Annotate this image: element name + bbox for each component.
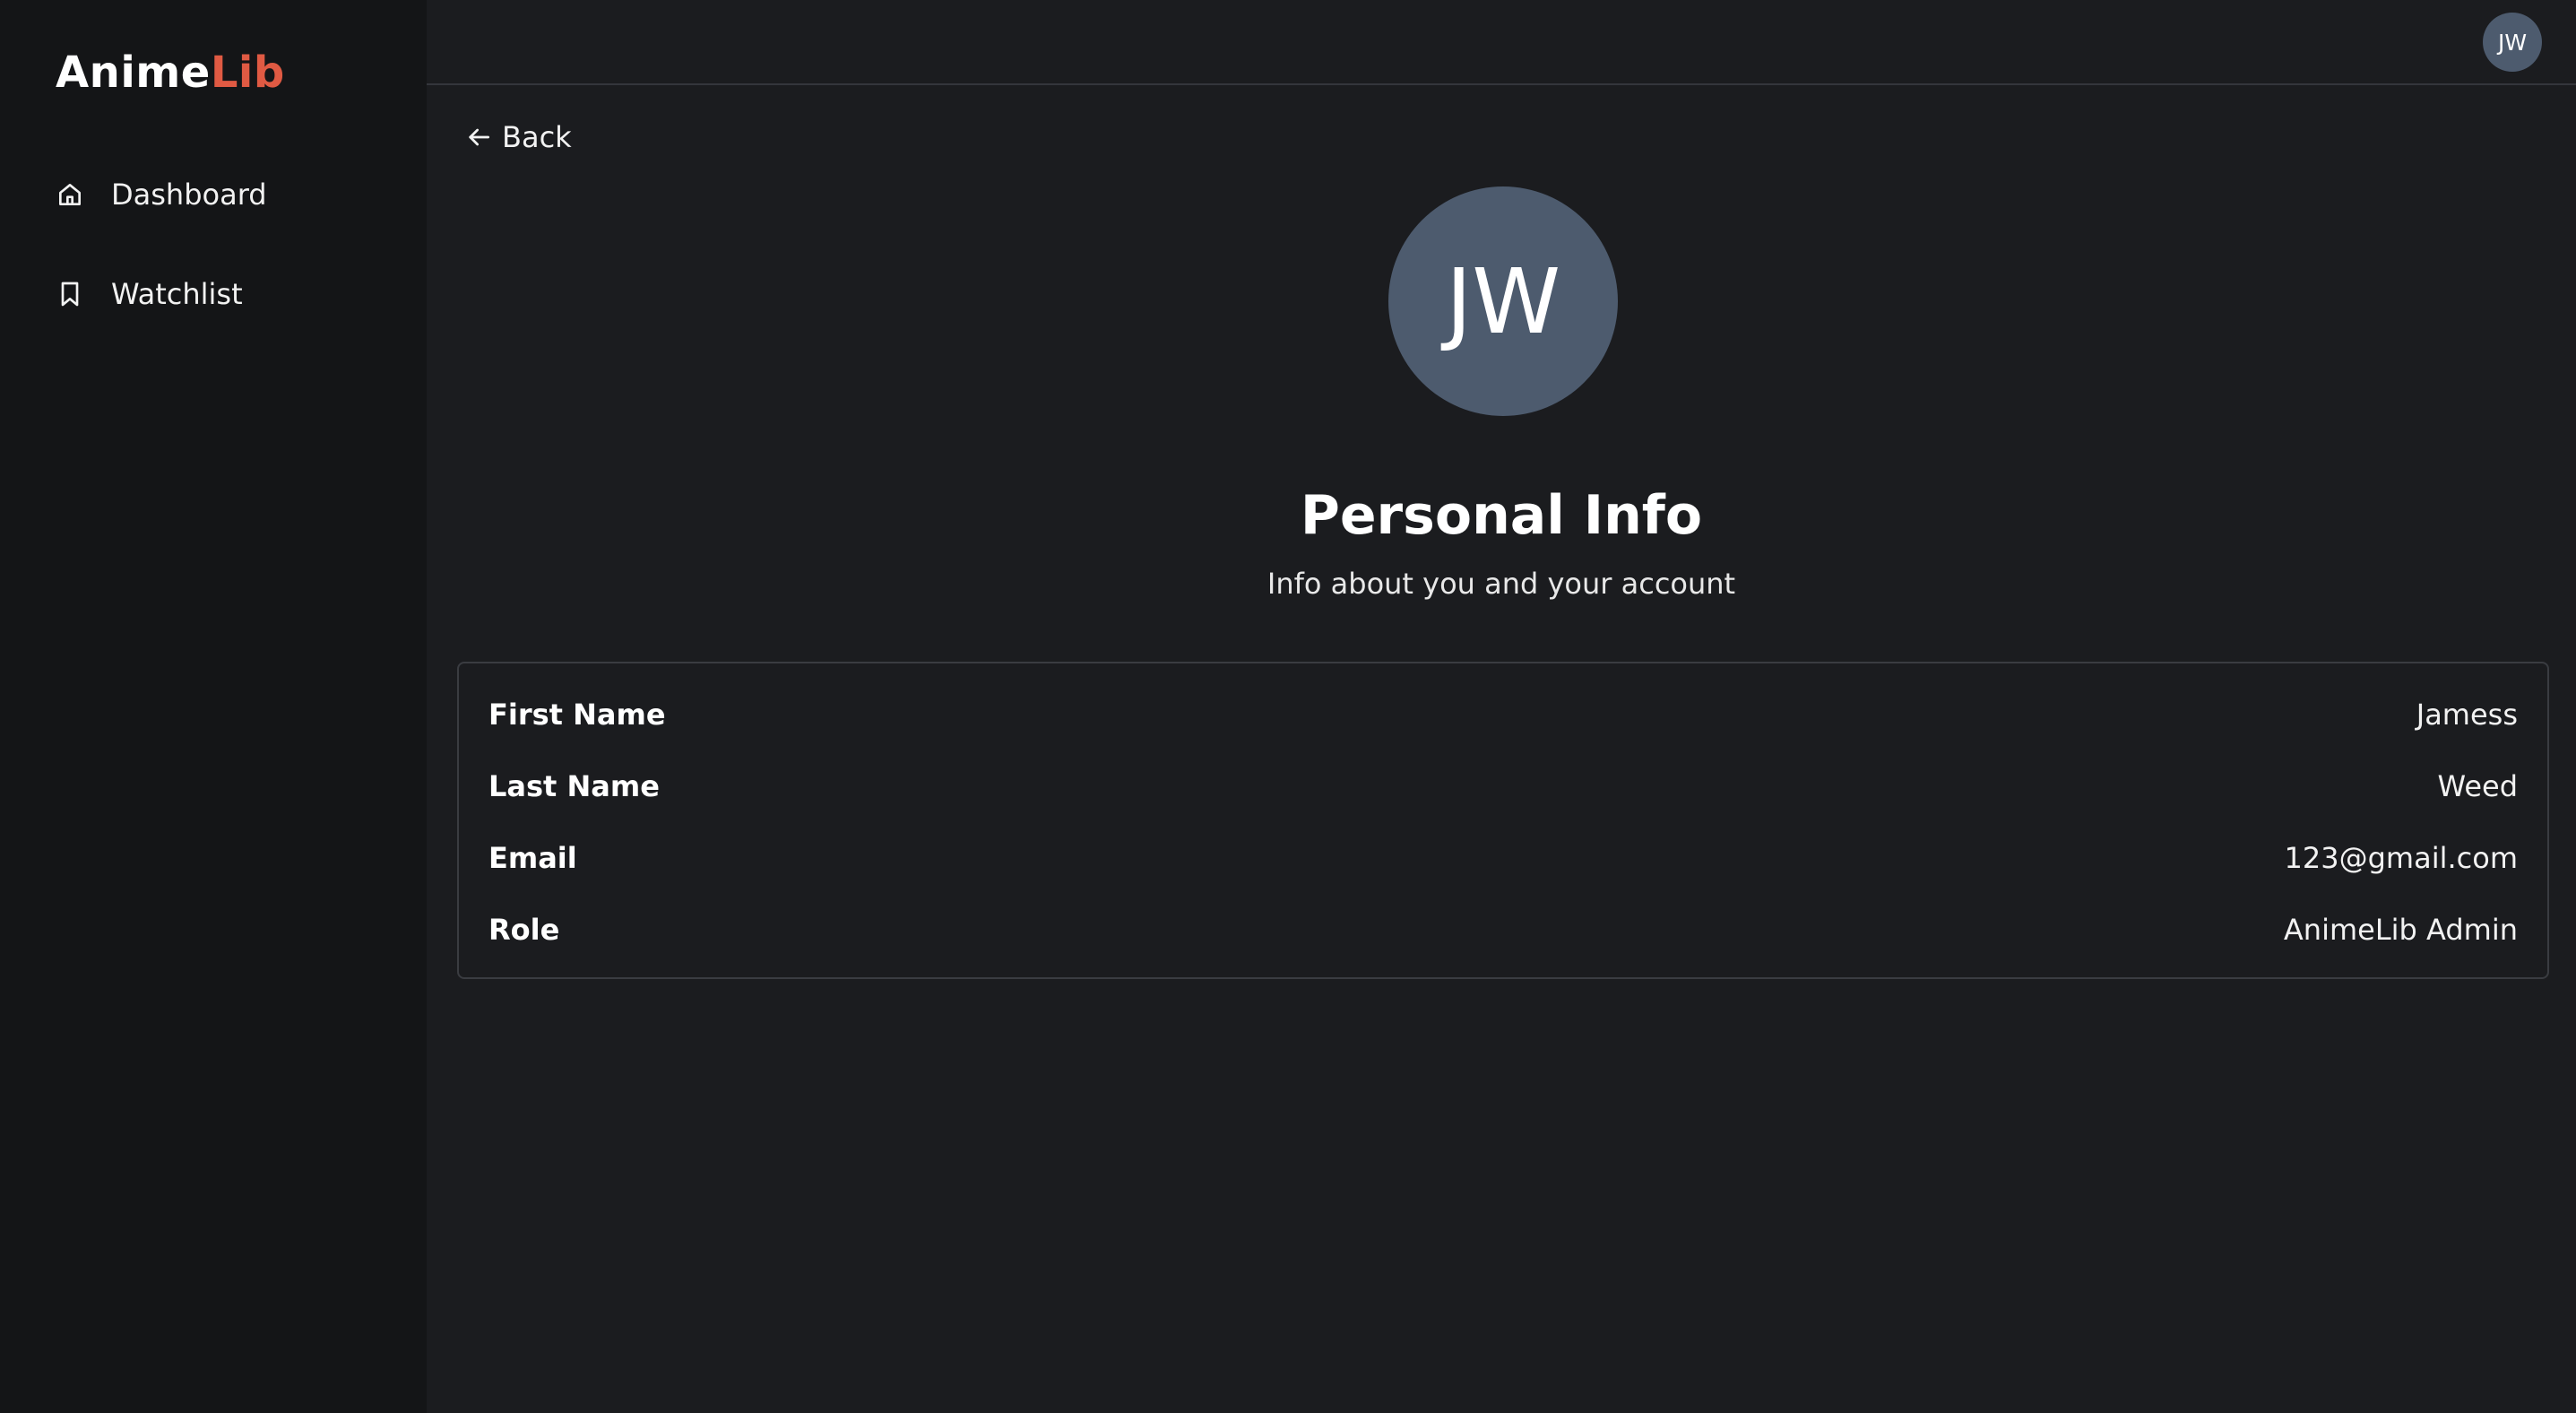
back-label: Back (502, 120, 572, 154)
home-icon (56, 180, 84, 209)
field-label: First Name (488, 698, 666, 732)
page-subtitle: Info about you and your account (1266, 567, 1736, 601)
sidebar-item-watchlist[interactable]: Watchlist (56, 267, 243, 321)
info-row-first-name: First Name Jamess (488, 692, 2518, 737)
field-value: AnimeLib Admin (2283, 913, 2518, 947)
field-label: Last Name (488, 769, 660, 803)
sidebar-item-dashboard[interactable]: Dashboard (56, 168, 267, 221)
arrow-left-icon (464, 123, 493, 152)
page-title: Personal Info (1300, 484, 1703, 547)
field-value: Weed (2437, 769, 2518, 803)
sidebar-item-label: Dashboard (111, 178, 267, 212)
app-logo[interactable]: AnimeLib (56, 45, 285, 100)
info-row-last-name: Last Name Weed (488, 764, 2518, 809)
field-label: Email (488, 841, 577, 875)
field-label: Role (488, 913, 560, 947)
field-value: 123@gmail.com (2284, 841, 2518, 875)
bookmark-icon (56, 280, 84, 308)
profile-avatar: JW (1388, 186, 1618, 416)
sidebar: AnimeLib Dashboard Watchlist (0, 0, 427, 1413)
app-window: AnimeLib Dashboard Watchlist JW Back JW … (0, 0, 2576, 1413)
info-row-email: Email 123@gmail.com (488, 836, 2518, 880)
logo-text-primary: Anime (56, 48, 211, 98)
personal-info-card: First Name Jamess Last Name Weed Email 1… (457, 662, 2549, 979)
back-button[interactable]: Back (464, 115, 572, 160)
field-value: Jamess (2416, 698, 2518, 732)
sidebar-item-label: Watchlist (111, 277, 243, 311)
logo-text-accent: Lib (210, 48, 285, 98)
user-avatar-button[interactable]: JW (2483, 13, 2542, 72)
top-bar: JW (427, 0, 2576, 85)
info-row-role: Role AnimeLib Admin (488, 907, 2518, 952)
